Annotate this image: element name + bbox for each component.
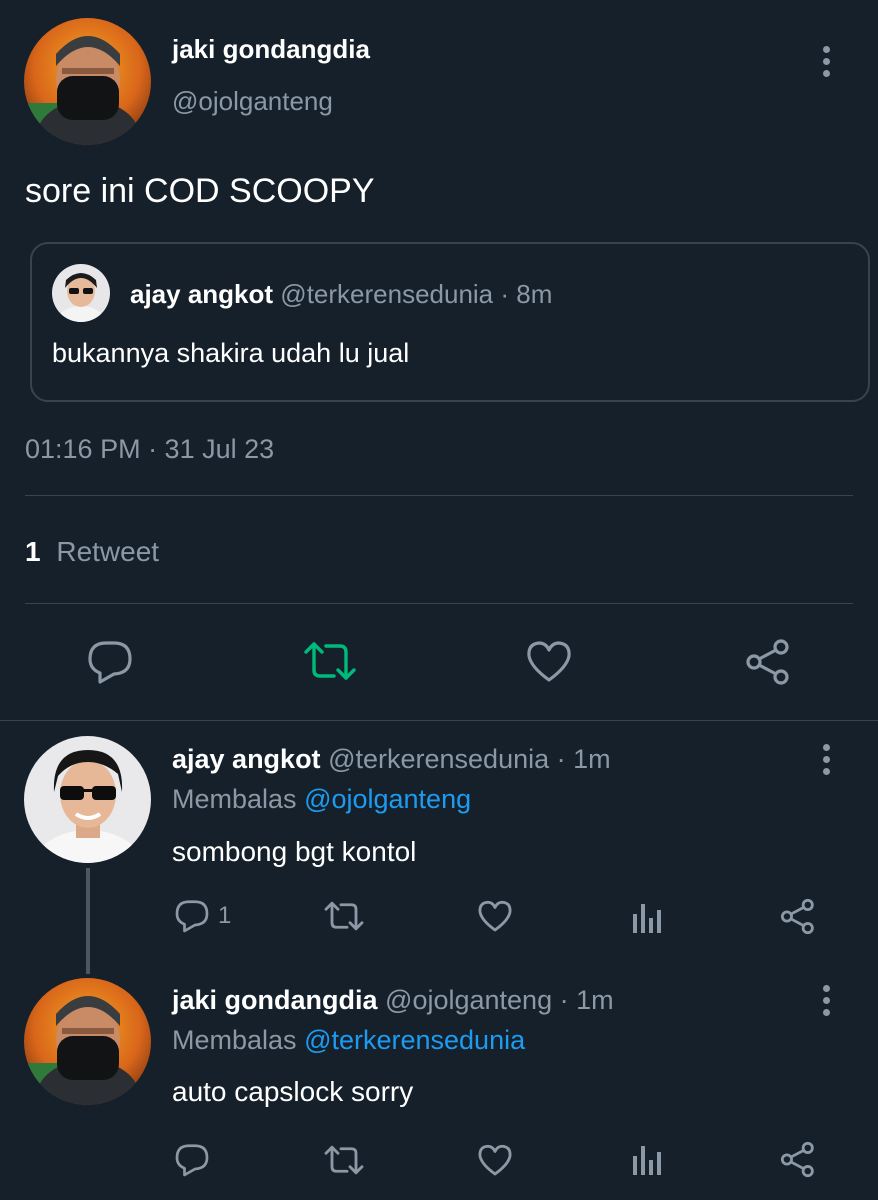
quoted-header: ajay angkot @terkerensedunia · 8m	[130, 279, 552, 310]
divider	[25, 495, 853, 496]
share-icon	[780, 1141, 814, 1178]
reply-header: jaki gondangdia @ojolganteng · 1m	[172, 985, 614, 1016]
divider	[25, 603, 853, 604]
reply-author-handle[interactable]: @terkerensedunia	[328, 744, 549, 774]
retweet-icon	[324, 1145, 364, 1175]
like-icon	[527, 641, 571, 682]
views-button[interactable]	[632, 1142, 662, 1176]
thread-line	[86, 868, 90, 974]
section-divider	[0, 720, 878, 721]
quoted-text: bukannya shakira udah lu jual	[52, 338, 410, 368]
more-options-icon[interactable]	[821, 46, 831, 82]
replying-to-link[interactable]: @ojolganteng	[304, 784, 471, 814]
retweet-button[interactable]	[323, 1144, 365, 1176]
reply-button[interactable]: 1	[174, 898, 231, 934]
more-options-icon[interactable]	[821, 744, 831, 780]
like-button[interactable]	[525, 640, 573, 684]
more-options-icon[interactable]	[821, 985, 831, 1021]
share-icon	[780, 898, 814, 935]
reply-button[interactable]	[174, 1142, 210, 1178]
like-button[interactable]	[477, 1144, 513, 1177]
retweet-stats[interactable]: 1 Retweet	[25, 536, 159, 568]
quoted-time: · 8m	[500, 279, 553, 309]
reply-text: sombong bgt kontol	[172, 836, 417, 867]
reply-author-handle[interactable]: @ojolganteng	[385, 985, 552, 1015]
reply-icon	[88, 641, 132, 684]
replying-label: Membalas	[172, 784, 297, 814]
retweet-button[interactable]	[323, 900, 365, 932]
reply-button[interactable]	[86, 639, 134, 685]
reply-icon	[175, 1144, 209, 1177]
views-icon	[633, 1146, 661, 1175]
reply-count: 1	[218, 902, 232, 929]
tweet-timestamp: 01:16 PM · 31 Jul 23	[25, 434, 275, 464]
share-button[interactable]	[780, 898, 817, 935]
avatar-ajay-small	[52, 264, 110, 322]
replying-label: Membalas	[172, 1025, 297, 1055]
replying-to: Membalas @ojolganteng	[172, 784, 471, 815]
share-button[interactable]	[745, 638, 793, 686]
replying-to: Membalas @terkerensedunia	[172, 1025, 525, 1056]
views-icon	[633, 904, 661, 933]
author-handle[interactable]: @ojolganteng	[172, 86, 333, 117]
avatar-ajay[interactable]	[24, 736, 151, 863]
quoted-tweet-card[interactable]: ajay angkot @terkerensedunia · 8m bukann…	[30, 242, 870, 402]
views-button[interactable]	[632, 900, 662, 934]
reply-text: auto capslock sorry	[172, 1076, 414, 1107]
retweet-icon	[324, 901, 364, 931]
quoted-author-handle[interactable]: @terkerensedunia	[280, 279, 493, 309]
like-icon	[478, 900, 512, 932]
avatar-jaki[interactable]	[24, 18, 151, 145]
retweet-count: 1	[25, 536, 41, 567]
author-name[interactable]: jaki gondangdia	[172, 34, 370, 65]
reply-time: · 1m	[556, 744, 611, 774]
retweet-icon	[304, 642, 356, 680]
reply-header: ajay angkot @terkerensedunia · 1m	[172, 744, 611, 775]
replying-to-link[interactable]: @terkerensedunia	[304, 1025, 525, 1055]
share-icon	[746, 639, 789, 685]
like-button[interactable]	[477, 900, 513, 933]
retweet-button[interactable]	[302, 640, 358, 682]
like-icon	[478, 1144, 512, 1176]
retweet-label: Retweet	[56, 536, 160, 567]
tweet-text: sore ini COD SCOOPY	[25, 172, 375, 210]
share-button[interactable]	[780, 1141, 817, 1178]
reply-icon	[175, 900, 209, 933]
reply-time: · 1m	[559, 985, 614, 1015]
avatar-jaki[interactable]	[24, 978, 151, 1105]
quoted-author-name[interactable]: ajay angkot	[130, 279, 273, 309]
reply-author-name[interactable]: ajay angkot	[172, 744, 321, 774]
reply-author-name[interactable]: jaki gondangdia	[172, 985, 378, 1015]
